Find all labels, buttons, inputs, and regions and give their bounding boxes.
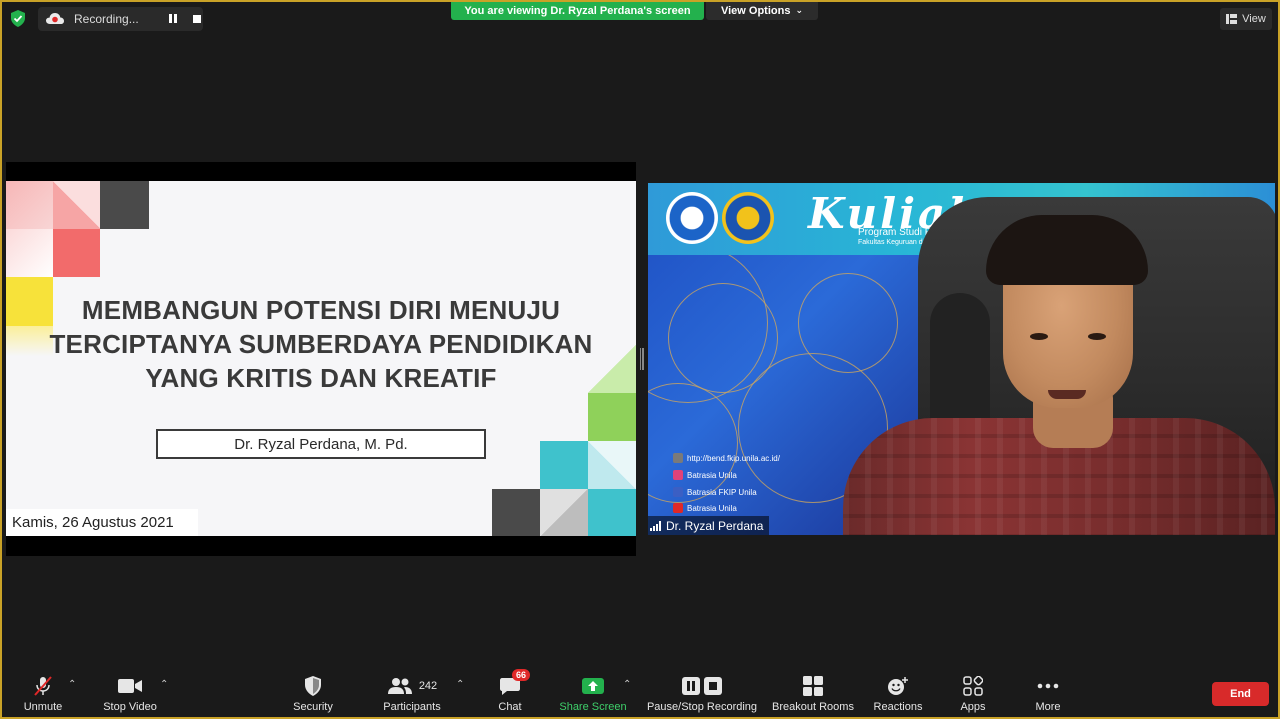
encryption-shield-icon[interactable] bbox=[10, 10, 26, 27]
youtube-icon bbox=[673, 503, 683, 513]
instagram-icon bbox=[673, 470, 683, 480]
more-dots-icon bbox=[1037, 683, 1059, 689]
background-ornament bbox=[798, 273, 898, 373]
decor-square bbox=[540, 441, 588, 489]
breakout-rooms-button[interactable]: Breakout Rooms bbox=[770, 675, 856, 719]
presentation-slide: MEMBANGUN POTENSI DIRI MENUJU TERCIPTANY… bbox=[6, 181, 636, 536]
meeting-toolbar bbox=[0, 667, 1280, 719]
background-ornament bbox=[648, 383, 738, 503]
slide-title-line: YANG KRITIS DAN KREATIF bbox=[145, 363, 497, 393]
breakout-rooms-icon bbox=[803, 676, 823, 696]
share-screen-icon bbox=[582, 678, 604, 694]
recording-label: Recording... bbox=[74, 12, 139, 26]
chat-button[interactable]: 66 Chat bbox=[492, 669, 531, 719]
view-label: View bbox=[1242, 13, 1266, 25]
apps-label: Apps bbox=[960, 701, 986, 713]
speaker-eye bbox=[1088, 333, 1106, 340]
shared-screen[interactable]: MEMBANGUN POTENSI DIRI MENUJU TERCIPTANY… bbox=[6, 162, 636, 556]
speaker-mouth bbox=[1048, 390, 1086, 399]
social-link: Batrasia Unila bbox=[673, 470, 737, 480]
pause-stop-recording-label: Pause/Stop Recording bbox=[646, 701, 758, 713]
decor-square bbox=[492, 489, 540, 536]
decor-square bbox=[588, 393, 636, 441]
apps-icon bbox=[963, 676, 983, 696]
speaker-video[interactable]: Kuliah U Program Studi Pendidikan Fakult… bbox=[648, 183, 1275, 535]
social-link: http://bend.fkip.unila.ac.id/ bbox=[673, 453, 780, 463]
slide-author: Dr. Ryzal Perdana, M. Pd. bbox=[156, 429, 486, 459]
signal-strength-icon bbox=[650, 520, 661, 531]
decor-square bbox=[100, 181, 149, 229]
panel-resize-handle[interactable] bbox=[640, 348, 645, 370]
unmute-button[interactable]: Unmute bbox=[18, 675, 68, 719]
share-options-chevron-icon[interactable]: ⌃ bbox=[623, 679, 631, 690]
pause-stop-recording-button[interactable]: Pause/Stop Recording bbox=[644, 675, 760, 719]
social-text: Batrasia FKIP Unila bbox=[687, 487, 757, 497]
participants-icon bbox=[387, 678, 412, 694]
decor-square bbox=[588, 489, 636, 536]
security-label: Security bbox=[293, 701, 333, 713]
facebook-icon bbox=[673, 487, 683, 497]
decor-square bbox=[6, 181, 53, 229]
chevron-down-icon: ⌄ bbox=[795, 5, 804, 15]
web-icon bbox=[673, 453, 683, 463]
video-camera-icon bbox=[118, 679, 142, 693]
slide-date: Kamis, 26 Agustus 2021 bbox=[6, 509, 198, 536]
pause-recording-icon[interactable] bbox=[168, 14, 179, 24]
decor-square bbox=[6, 229, 53, 277]
slide-title: MEMBANGUN POTENSI DIRI MENUJU TERCIPTANY… bbox=[26, 293, 616, 395]
more-button[interactable]: More bbox=[1030, 675, 1066, 719]
view-options-button[interactable]: View Options ⌄ bbox=[706, 1, 818, 20]
audio-options-chevron-icon[interactable]: ⌃ bbox=[68, 679, 76, 690]
share-screen-label: Share Screen bbox=[559, 701, 627, 713]
stop-icon bbox=[704, 677, 722, 695]
unila-logo bbox=[722, 192, 774, 244]
social-link: Batrasia Unila bbox=[673, 503, 737, 513]
reactions-button[interactable]: Reactions bbox=[872, 675, 924, 719]
chat-label: Chat bbox=[498, 701, 522, 713]
participants-label: Participants bbox=[383, 701, 441, 713]
end-meeting-button[interactable]: End bbox=[1212, 682, 1269, 706]
security-button[interactable]: Security bbox=[288, 675, 338, 719]
social-text: http://bend.fkip.unila.ac.id/ bbox=[687, 453, 780, 463]
speaker-eye bbox=[1030, 333, 1048, 340]
participants-count: 242 bbox=[418, 680, 438, 692]
stop-recording-icon[interactable] bbox=[192, 15, 201, 23]
social-text: Batrasia Unila bbox=[687, 470, 737, 480]
participants-options-chevron-icon[interactable]: ⌃ bbox=[456, 679, 464, 690]
share-screen-button[interactable]: Share Screen bbox=[558, 675, 628, 719]
grid-view-icon bbox=[1226, 14, 1238, 24]
muted-mic-icon bbox=[34, 676, 52, 696]
banner-line: Fakultas Keguruan da bbox=[858, 239, 927, 246]
view-button[interactable]: View bbox=[1220, 8, 1272, 30]
more-label: More bbox=[1035, 701, 1061, 713]
tut-wuri-logo bbox=[666, 192, 718, 244]
chat-unread-badge: 66 bbox=[512, 669, 531, 681]
decor-square bbox=[588, 441, 636, 489]
social-link: Batrasia FKIP Unila bbox=[673, 487, 757, 497]
video-options-chevron-icon[interactable]: ⌃ bbox=[160, 679, 168, 690]
security-shield-icon bbox=[305, 676, 321, 696]
recording-indicator: Recording... bbox=[38, 7, 203, 31]
stop-video-label: Stop Video bbox=[103, 701, 157, 713]
reaction-smiley-icon bbox=[888, 677, 908, 695]
slide-title-line: TERCIPTANYA SUMBERDAYA PENDIDIKAN bbox=[49, 329, 593, 359]
view-options-label: View Options bbox=[720, 4, 791, 17]
decor-square bbox=[53, 229, 100, 277]
participant-name: Dr. Ryzal Perdana bbox=[666, 518, 764, 533]
pause-icon bbox=[682, 677, 700, 695]
breakout-rooms-label: Breakout Rooms bbox=[772, 701, 854, 713]
cloud-recording-icon bbox=[46, 13, 64, 24]
social-text: Batrasia Unila bbox=[687, 503, 737, 513]
reactions-label: Reactions bbox=[873, 701, 923, 713]
decor-square bbox=[540, 489, 588, 536]
participant-name-tag: Dr. Ryzal Perdana bbox=[648, 516, 770, 535]
stop-video-button[interactable]: Stop Video bbox=[98, 675, 162, 719]
decor-square bbox=[53, 181, 100, 229]
unmute-label: Unmute bbox=[23, 701, 63, 713]
speaker-hair bbox=[986, 215, 1148, 285]
viewing-screen-banner: You are viewing Dr. Ryzal Perdana's scre… bbox=[451, 1, 704, 20]
participants-button[interactable]: 242 Participants bbox=[380, 675, 444, 719]
apps-button[interactable]: Apps bbox=[956, 675, 990, 719]
slide-title-line: MEMBANGUN POTENSI DIRI MENUJU bbox=[81, 295, 561, 325]
